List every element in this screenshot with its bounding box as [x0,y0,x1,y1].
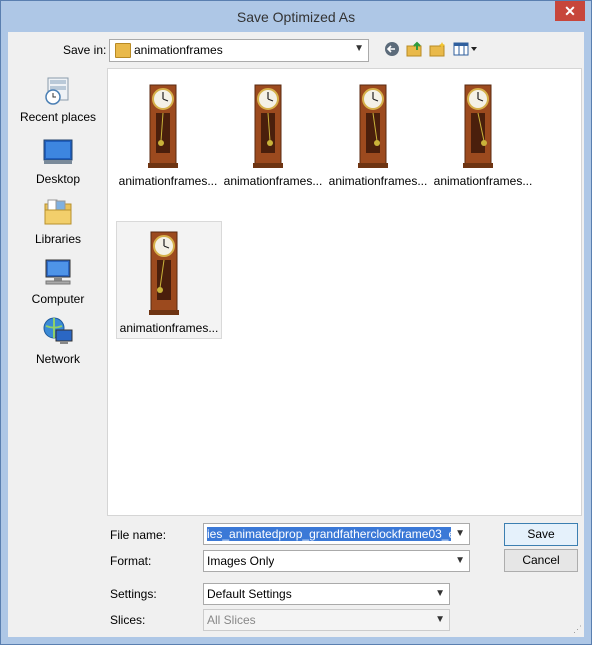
back-button[interactable] [383,41,401,59]
new-folder-icon [429,42,445,57]
view-menu-button[interactable] [453,41,479,59]
title-bar[interactable]: Save Optimized As ✕ [1,1,591,32]
save-in-dropdown[interactable]: animationframes ▼ [109,39,369,62]
grandfather-clock-thumbnail [463,84,493,168]
place-label: Recent places [19,110,97,124]
slices-label: Slices: [110,613,146,627]
file-item-selected[interactable]: animationframes... [116,221,222,339]
chevron-down-icon: ▼ [455,528,465,539]
save-in-value: animationframes [134,43,223,57]
settings-label: Settings: [110,587,157,601]
new-folder-button[interactable] [429,41,447,59]
network-icon [42,316,74,348]
file-name: animationframes... [328,174,428,188]
chevron-down-icon: ▼ [435,588,445,599]
settings-dropdown[interactable]: Default Settings ▼ [203,583,450,605]
file-item[interactable]: animationframes... [431,75,535,191]
file-name-input[interactable]: ies_animatedprop_grandfatherclockframe03… [203,523,470,545]
place-libraries[interactable]: Libraries [9,196,107,246]
desktop-icon [42,136,74,168]
file-item[interactable]: animationframes... [221,75,325,191]
resize-grip-icon[interactable]: ⋰ [573,624,582,635]
slices-dropdown: All Slices ▼ [203,609,450,631]
file-name: animationframes... [433,174,533,188]
save-in-label: Save in: [63,43,107,57]
file-list[interactable]: animationframes... animationframes... an… [107,68,582,516]
file-name: animationframes... [223,174,323,188]
place-label: Network [35,352,80,366]
window-title: Save Optimized As [236,9,356,25]
file-name: animationframes... [118,174,218,188]
dialog-body: Save in: animationframes ▼ Recent places [8,32,584,637]
close-button[interactable]: ✕ [555,1,585,21]
place-recent-places[interactable]: Recent places [9,74,107,124]
grandfather-clock-thumbnail [358,84,388,168]
format-value: Images Only [207,554,275,568]
file-name-value: ies_animatedprop_grandfatherclockframe03… [207,527,451,541]
save-button[interactable]: Save [504,523,578,546]
grandfather-clock-thumbnail [149,231,179,315]
grandfather-clock-thumbnail [253,84,283,168]
places-bar: Recent places Desktop Libraries Computer [9,68,105,508]
place-label: Desktop [35,172,81,186]
place-desktop[interactable]: Desktop [9,136,107,186]
file-name: animationframes... [119,321,219,335]
up-folder-button[interactable] [406,41,424,59]
place-network[interactable]: Network [9,316,107,366]
slices-value: All Slices [207,613,256,627]
recent-places-icon [42,74,74,106]
computer-icon [42,256,74,288]
chevron-down-icon: ▼ [455,555,465,566]
grandfather-clock-thumbnail [148,84,178,168]
place-computer[interactable]: Computer [9,256,107,306]
save-dialog: Save Optimized As ✕ Save in: animationfr… [0,0,592,645]
format-dropdown[interactable]: Images Only ▼ [203,550,470,572]
libraries-icon [42,196,74,228]
place-label: Computer [31,292,85,306]
place-label: Libraries [34,232,82,246]
up-folder-icon [406,41,422,57]
file-item[interactable]: animationframes... [326,75,430,191]
cancel-button[interactable]: Cancel [504,549,578,572]
settings-value: Default Settings [207,587,292,601]
chevron-down-icon: ▼ [354,43,364,54]
file-name-label: File name: [110,528,167,542]
chevron-down-icon: ▼ [435,614,445,625]
format-label: Format: [110,554,152,568]
back-arrow-icon [385,42,399,56]
folder-icon [115,43,131,58]
file-item[interactable]: animationframes... [116,75,220,191]
view-menu-icon [453,42,477,56]
